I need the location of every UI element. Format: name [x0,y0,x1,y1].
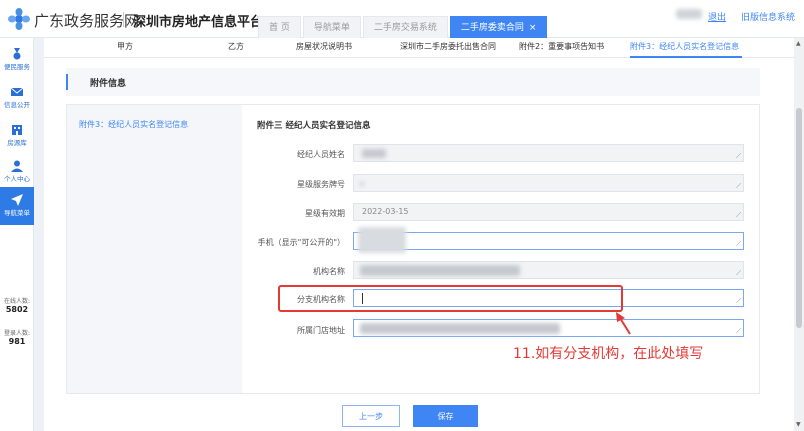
header-divider [123,12,124,27]
resize-handle-icon: ⟋ [736,297,741,305]
resize-handle-icon: ⟋ [736,327,741,335]
resize-handle-icon: ⟋ [736,211,741,219]
label-star-validity: 星级有效期 [305,209,345,218]
avatar [676,9,702,19]
subtab-attachment-3[interactable]: 附件3：经纪人员实名登记信息 [630,41,739,52]
sidebar-item-nav-menu[interactable]: 导航菜单 [0,187,34,225]
resize-handle-icon: ⟋ [736,269,741,277]
subtab-party-b[interactable]: 乙方 [228,41,244,52]
scroll-down-icon[interactable]: ▼ [796,421,801,428]
tab-home[interactable]: 首 页 [258,16,301,38]
section-title: 附件信息 [90,79,127,89]
phone-field[interactable]: ⟋ [353,227,744,253]
label-star-service-no: 星级服务牌号 [297,180,345,189]
platform-title: 深圳市房地产信息平台 [133,15,264,30]
attachment-nav: 附件3：经纪人员实名登记信息 [67,105,242,393]
building-icon [12,125,22,135]
tab-second-hand-trading[interactable]: 二手房交易系统 [362,16,448,38]
tab-nav-menu[interactable]: 导航菜单 [302,16,361,38]
agent-name-field[interactable]: ⟋ [353,144,744,162]
navigation-icon [11,194,23,206]
window-tabs: 首 页 导航菜单 二手房交易系统 二手房委卖合同 × [258,16,549,38]
resize-handle-icon: ⟋ [736,182,741,190]
resize-handle-icon: ⟋ [736,240,741,248]
section-accent-bar [66,74,68,90]
form-title: 附件三 经纪人员实名登记信息 [257,121,371,131]
sidebar-item-personal[interactable]: 个人中心 [0,156,34,190]
annotation-arrow-icon [616,312,631,335]
subtab-party-a[interactable]: 甲方 [117,41,133,52]
close-icon[interactable]: × [529,23,537,33]
annotation-text: 11.如有分支机构，在此处填写 [513,346,704,362]
medal-icon [13,48,21,60]
top-header: 广东政务服务网 深圳市房地产信息平台 首 页 导航菜单 二手房交易系统 二手房委… [0,0,804,38]
save-button[interactable]: 保存 [413,405,478,427]
highlight-box [278,285,623,312]
section-header: 附件信息 [66,68,760,96]
label-agent-name: 经纪人员姓名 [297,150,345,159]
user-icon [11,160,23,172]
main-content: 甲方 乙方 房屋状况说明书 深圳市二手房委托出售合同 附件2：重要事项告知书 附… [44,38,794,431]
logout-link[interactable]: 退出 [708,10,726,23]
agency-name-field[interactable]: ⟋ [353,261,744,279]
subtab-sale-contract[interactable]: 深圳市二手房委托出售合同 [400,41,496,52]
sidebar-item-listings[interactable]: 房源库 [0,120,34,154]
sidebar: 便民服务 信息公开 房源库 个人中心 导航菜单 在线人数: 5802 登录人数:… [0,38,34,431]
tab-sale-contract[interactable]: 二手房委卖合同 × [449,16,548,38]
old-system-link[interactable]: 旧版信息系统 [741,10,795,23]
mail-icon [11,87,23,96]
previous-step-button[interactable]: 上一步 [342,405,400,427]
page-scrollbar[interactable]: ▲ ▼ [794,38,804,431]
label-agency-name: 机构名称 [313,267,345,276]
sidebar-item-info-public[interactable]: 信息公开 [0,82,34,116]
contract-subtabs: 甲方 乙方 房屋状况说明书 深圳市二手房委托出售合同 附件2：重要事项告知书 附… [44,38,794,58]
resize-handle-icon: ⟋ [736,152,741,160]
star-service-no-field[interactable]: ⟋ [353,174,744,192]
label-phone: 手机（显示"可公开的"） [257,238,345,247]
subtab-attachment-2[interactable]: 附件2：重要事项告知书 [519,41,604,52]
login-count: 登录人数: 981 [3,330,31,346]
star-validity-field[interactable]: 2022-03-15 ⟋ [353,203,744,221]
label-store-address: 所属门店地址 [297,326,345,335]
scroll-thumb[interactable] [796,108,802,328]
sidebar-item-convenience[interactable]: 便民服务 [0,44,34,78]
store-address-field[interactable]: ⟋ [353,319,744,337]
gov-logo-icon [8,8,30,30]
scroll-up-icon[interactable]: ▲ [796,40,801,47]
active-subtab-indicator [630,56,742,58]
subtab-house-condition[interactable]: 房屋状况说明书 [296,41,352,52]
online-count: 在线人数: 5802 [3,298,31,314]
attachment-nav-item[interactable]: 附件3：经纪人员实名登记信息 [79,119,188,130]
